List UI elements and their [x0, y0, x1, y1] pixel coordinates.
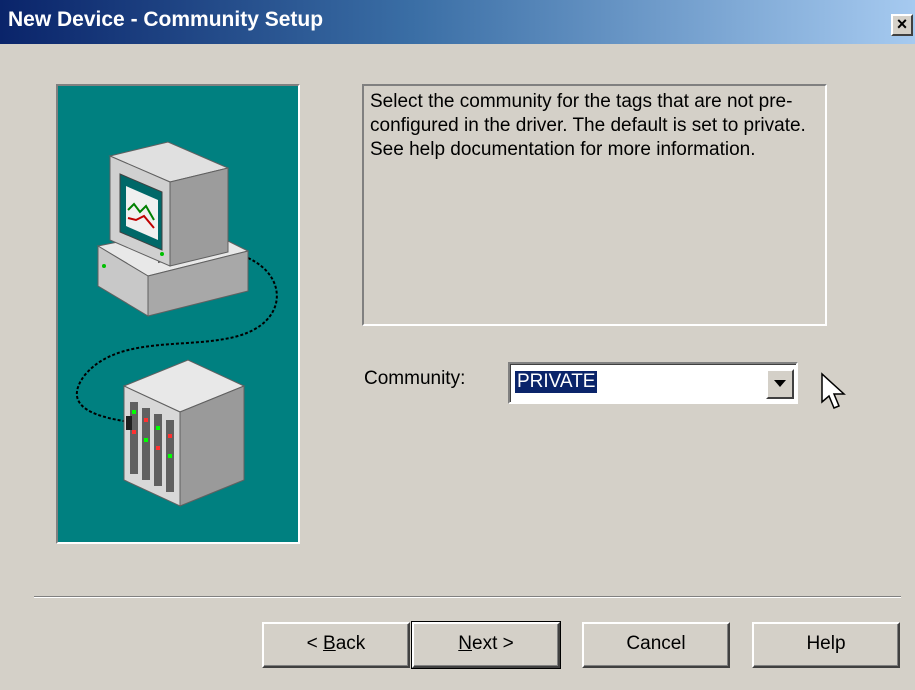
wizard-illustration	[56, 84, 300, 544]
next-button-accel: N	[458, 633, 472, 654]
community-dropdown[interactable]: PRIVATE	[508, 362, 798, 404]
dropdown-arrow-icon[interactable]	[766, 369, 794, 399]
help-button-label: Help	[806, 633, 846, 654]
computer-icon	[96, 141, 250, 317]
close-icon: ×	[896, 14, 908, 34]
mouse-cursor-icon	[821, 372, 846, 409]
next-button-label: ext >	[472, 633, 514, 654]
window-title: New Device - Community Setup	[8, 8, 324, 31]
close-button[interactable]: ×	[891, 14, 913, 36]
cancel-button-label: Cancel	[626, 633, 686, 654]
community-dropdown-value[interactable]: PRIVATE	[515, 371, 598, 393]
help-button[interactable]: Help	[752, 622, 900, 668]
next-button[interactable]: Next >	[411, 621, 561, 669]
description-text: Select the community for the tags that a…	[370, 91, 806, 160]
button-separator	[34, 596, 901, 598]
back-button-label: ack	[335, 633, 366, 654]
title-bar: New Device - Community Setup ×	[0, 0, 915, 44]
network-device-icon	[122, 359, 246, 507]
cancel-button[interactable]: Cancel	[582, 622, 730, 668]
back-button-prefix: <	[306, 633, 324, 654]
back-button[interactable]: < Back	[262, 622, 410, 668]
back-button-accel: B	[323, 633, 336, 654]
community-label: Community:	[364, 368, 466, 389]
description-box: Select the community for the tags that a…	[362, 84, 827, 326]
